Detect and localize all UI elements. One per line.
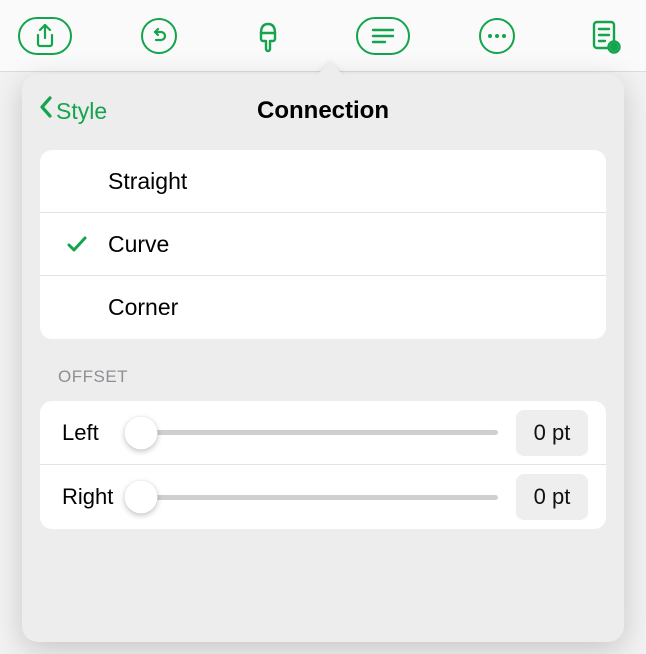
format-brush-icon — [250, 18, 286, 54]
offset-card: Left 0 pt Right 0 pt — [40, 401, 606, 529]
connection-option-curve[interactable]: Curve — [40, 213, 606, 276]
offset-section-title: OFFSET — [58, 367, 588, 387]
presenter-notes-icon — [589, 18, 623, 54]
slider-thumb[interactable] — [125, 416, 158, 449]
more-icon — [479, 18, 515, 54]
back-button[interactable]: Style — [38, 96, 107, 126]
share-button[interactable] — [18, 16, 72, 56]
slider-track — [130, 495, 498, 500]
popover-arrow — [316, 62, 344, 76]
offset-label: Right — [62, 484, 130, 510]
option-label: Straight — [108, 168, 187, 195]
back-label: Style — [56, 98, 107, 125]
presenter-notes-button[interactable] — [584, 14, 628, 58]
connection-options-list: Straight Curve Corner — [40, 150, 606, 339]
popover-title: Connection — [257, 97, 389, 125]
offset-label: Left — [62, 420, 130, 446]
connection-option-straight[interactable]: Straight — [40, 150, 606, 213]
checkmark-icon — [66, 234, 108, 254]
chevron-left-icon — [38, 95, 54, 125]
text-button[interactable] — [356, 16, 410, 56]
option-label: Curve — [108, 231, 169, 258]
offset-left-slider[interactable] — [130, 416, 498, 450]
format-button[interactable] — [246, 14, 290, 58]
format-popover: Style Connection Straight Curve Corner — [22, 74, 624, 642]
slider-thumb[interactable] — [125, 481, 158, 514]
offset-row-right: Right 0 pt — [40, 465, 606, 529]
share-icon — [18, 17, 72, 55]
popover-header: Style Connection — [22, 86, 624, 136]
undo-icon — [141, 18, 177, 54]
slider-track — [130, 430, 498, 435]
option-label: Corner — [108, 294, 178, 321]
undo-button[interactable] — [137, 14, 181, 58]
offset-right-value[interactable]: 0 pt — [516, 474, 588, 520]
connection-option-corner[interactable]: Corner — [40, 276, 606, 339]
offset-row-left: Left 0 pt — [40, 401, 606, 465]
offset-left-value[interactable]: 0 pt — [516, 410, 588, 456]
more-button[interactable] — [475, 14, 519, 58]
text-lines-icon — [356, 17, 410, 55]
offset-right-slider[interactable] — [130, 480, 498, 514]
